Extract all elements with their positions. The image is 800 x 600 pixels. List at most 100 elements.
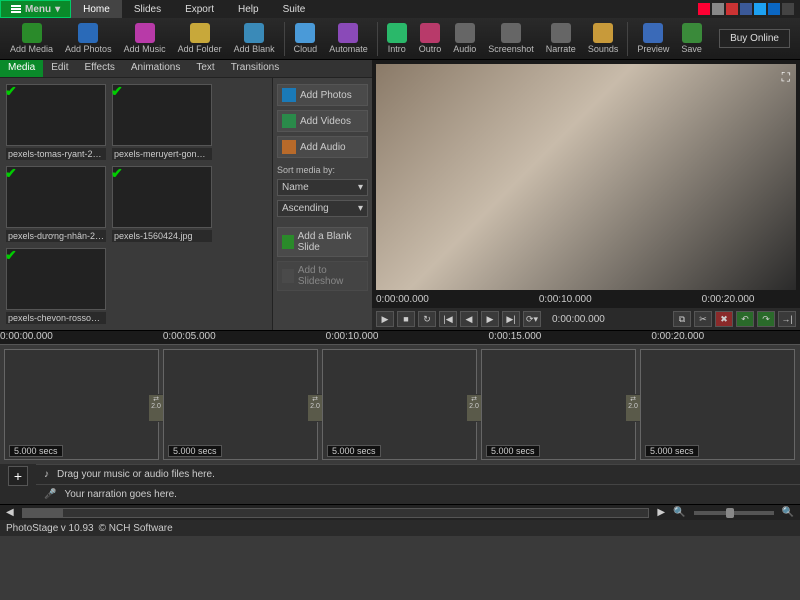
media-thumb[interactable]: ✔pexels-tomas-ryant-269356...: [6, 84, 106, 160]
share-icon[interactable]: [712, 3, 724, 15]
sort-direction-select[interactable]: Ascending▾: [277, 200, 368, 217]
tab-home[interactable]: Home: [71, 0, 122, 18]
menu-button[interactable]: Menu▾: [0, 0, 71, 18]
toolbar-narrate[interactable]: Narrate: [540, 21, 582, 56]
toolbar-add-media[interactable]: Add Media: [4, 21, 59, 56]
music-track[interactable]: ♪Drag your music or audio files here.: [36, 464, 800, 484]
mic-icon: 🎤: [44, 489, 56, 500]
check-icon: ✔: [111, 83, 123, 100]
subtab-transitions[interactable]: Transitions: [223, 60, 288, 77]
timeline-clip[interactable]: 5.000 secs⇄2.0: [322, 349, 477, 460]
fullscreen-icon[interactable]: ⛶: [782, 70, 790, 85]
play-button[interactable]: ▶: [376, 311, 394, 327]
add-photos-button[interactable]: Add Photos: [277, 84, 368, 106]
preview-ruler[interactable]: 0:00:00.000 0:00:10.000 0:00:20.000: [372, 294, 800, 308]
transition-handle[interactable]: ⇄2.0: [307, 394, 323, 422]
thumb-caption: pexels-tomas-ryant-269356...: [6, 148, 106, 160]
transition-handle[interactable]: ⇄2.0: [148, 394, 164, 422]
toolbar-add-blank[interactable]: Add Blank: [228, 21, 281, 56]
flickr-icon[interactable]: [698, 3, 710, 15]
timeline-clip[interactable]: 5.000 secs⇄2.0: [4, 349, 159, 460]
toolbar-add-music[interactable]: Add Music: [118, 21, 172, 56]
timeline-clips[interactable]: 5.000 secs⇄2.05.000 secs⇄2.05.000 secs⇄2…: [0, 345, 800, 464]
linkedin-icon[interactable]: [768, 3, 780, 15]
timeline-ruler[interactable]: 0:00:00.0000:00:05.0000:00:10.0000:00:15…: [0, 330, 800, 344]
toolbar-intro[interactable]: Intro: [381, 21, 413, 56]
subtab-media[interactable]: Media: [0, 60, 43, 77]
clip-duration: 5.000 secs: [327, 445, 381, 457]
copy-button[interactable]: ⧉: [673, 311, 691, 327]
transition-handle[interactable]: ⇄2.0: [466, 394, 482, 422]
photos-icon: [282, 88, 296, 102]
facebook-icon[interactable]: [740, 3, 752, 15]
tab-export[interactable]: Export: [173, 0, 226, 18]
toolbar-outro[interactable]: Outro: [413, 21, 448, 56]
toolbar-add-photos[interactable]: Add Photos: [59, 21, 118, 56]
add-track-button[interactable]: +: [8, 466, 28, 486]
zoom-out-icon[interactable]: 🔍: [673, 507, 685, 518]
subtab-animations[interactable]: Animations: [123, 60, 188, 77]
sort-field-select[interactable]: Name▾: [277, 179, 368, 196]
buy-online-button[interactable]: Buy Online: [719, 29, 790, 48]
subtab-effects[interactable]: Effects: [76, 60, 122, 77]
add-blank-slide-button[interactable]: Add a Blank Slide: [277, 227, 368, 257]
toolbar-preview[interactable]: Preview: [631, 21, 675, 56]
tab-suite[interactable]: Suite: [271, 0, 318, 18]
toolbar-save-icon: [682, 23, 702, 43]
toolbar-cloud[interactable]: Cloud: [288, 21, 324, 56]
add-to-slideshow-button[interactable]: Add to Slideshow: [277, 261, 368, 291]
redo-button[interactable]: ↷: [757, 311, 775, 327]
horizontal-scrollbar[interactable]: [22, 508, 650, 518]
tab-slides[interactable]: Slides: [122, 0, 173, 18]
subtab-text[interactable]: Text: [188, 60, 222, 77]
media-thumb[interactable]: ✔pexels-dương-nhân-281742...: [6, 166, 106, 242]
toolbar-audio[interactable]: Audio: [447, 21, 482, 56]
narration-track[interactable]: 🎤Your narration goes here.: [36, 484, 800, 504]
last-button[interactable]: ▶|: [502, 311, 520, 327]
twitter-icon[interactable]: [754, 3, 766, 15]
prev-button[interactable]: ◀: [460, 311, 478, 327]
stop-button[interactable]: ■: [397, 311, 415, 327]
add-audio-button[interactable]: Add Audio: [277, 136, 368, 158]
toolbar-screenshot[interactable]: Screenshot: [482, 21, 540, 56]
menu-label: Menu: [25, 4, 51, 15]
zoom-in-icon[interactable]: 🔍: [782, 507, 794, 518]
cut-button[interactable]: ✂: [694, 311, 712, 327]
media-thumb[interactable]: ✔pexels-1560424.jpg: [112, 166, 212, 242]
scroll-right-icon[interactable]: ▶: [657, 507, 665, 518]
media-thumb[interactable]: ✔ pexels-meruyert-gonullu-724...: [112, 84, 212, 160]
toolbar-preview-icon: [643, 23, 663, 43]
tab-help[interactable]: Help: [226, 0, 271, 18]
clip-duration: 5.000 secs: [168, 445, 222, 457]
add-videos-button[interactable]: Add Videos: [277, 110, 368, 132]
more-button[interactable]: →|: [778, 311, 796, 327]
toolbar-add-folder[interactable]: Add Folder: [172, 21, 228, 56]
speed-button[interactable]: ⟳▾: [523, 311, 541, 327]
next-button[interactable]: ▶: [481, 311, 499, 327]
loop-button[interactable]: ↻: [418, 311, 436, 327]
scroll-left-icon[interactable]: ◀: [6, 507, 14, 518]
transition-handle[interactable]: ⇄2.0: [625, 394, 641, 422]
timeline-clip[interactable]: 5.000 secs: [640, 349, 795, 460]
thumb-caption: pexels-meruyert-gonullu-724...: [112, 148, 212, 160]
toolbar-sounds[interactable]: Sounds: [582, 21, 625, 56]
media-thumb[interactable]: ✔pexels-chevon-rossouw-255...: [6, 248, 106, 324]
timeline-clip[interactable]: 5.000 secs⇄2.0: [163, 349, 318, 460]
sub-tabs: Media Edit Effects Animations Text Trans…: [0, 60, 372, 78]
undo-button[interactable]: ↶: [736, 311, 754, 327]
subtab-edit[interactable]: Edit: [43, 60, 76, 77]
slideshow-icon: [282, 269, 294, 283]
social-icons: [698, 0, 800, 18]
youtube-icon[interactable]: [726, 3, 738, 15]
timeline-clip[interactable]: 5.000 secs⇄2.0: [481, 349, 636, 460]
toolbar-add-music-icon: [135, 23, 155, 43]
settings-icon[interactable]: [782, 3, 794, 15]
preview-viewport[interactable]: ⛶: [376, 64, 796, 290]
zoom-slider[interactable]: [694, 511, 774, 515]
delete-button[interactable]: ✖: [715, 311, 733, 327]
music-icon: ♪: [44, 469, 49, 480]
toolbar-automate[interactable]: Automate: [323, 21, 374, 56]
first-button[interactable]: |◀: [439, 311, 457, 327]
toolbar-outro-icon: [420, 23, 440, 43]
toolbar-save[interactable]: Save: [675, 21, 708, 56]
